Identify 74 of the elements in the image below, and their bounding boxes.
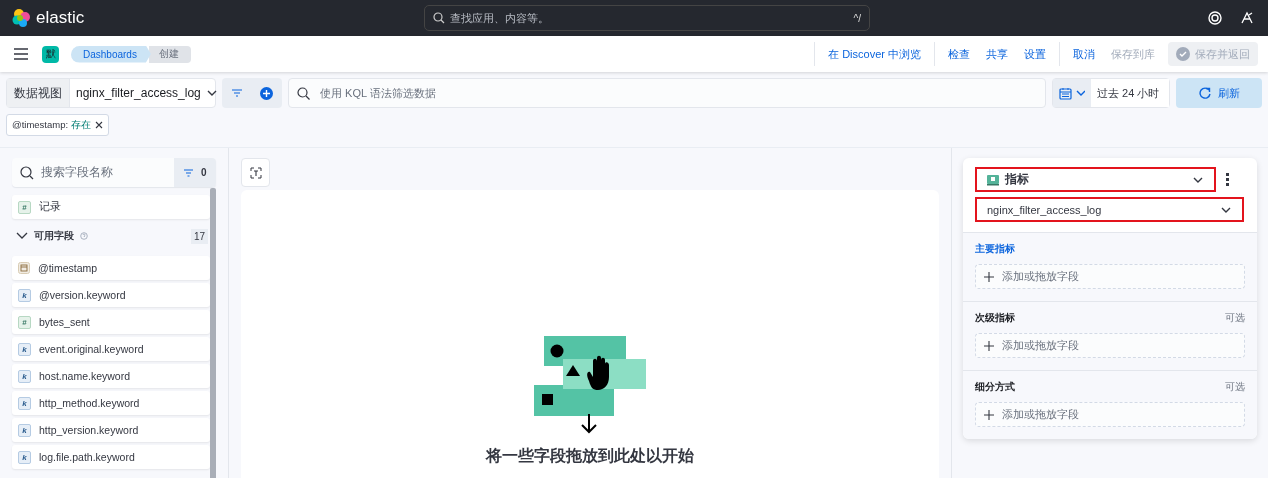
add-filter-icon[interactable] xyxy=(260,86,274,100)
help-icon[interactable] xyxy=(1208,11,1222,25)
field-drop-zone[interactable]: 添加或拖放字段 xyxy=(975,333,1245,358)
search-placeholder: 查找应用、内容等。 xyxy=(450,10,550,26)
field-group-title[interactable]: 可用字段 xyxy=(34,229,74,243)
optional-label: 可选 xyxy=(1225,381,1245,394)
toolbar-link[interactable]: 共享 xyxy=(986,46,1008,62)
number-field-icon: # xyxy=(18,200,31,214)
elastic-logo-icon xyxy=(12,8,30,28)
query-field[interactable]: 使用 KQL 语法筛选数据 xyxy=(288,78,1046,108)
field-search-field[interactable]: 搜索字段名称 xyxy=(12,158,174,187)
help-icon xyxy=(80,232,88,240)
field-list-item[interactable]: k @version.keyword xyxy=(12,283,210,307)
field-list-item[interactable]: # 记录 xyxy=(12,195,210,219)
date-field-icon xyxy=(18,262,30,274)
close-icon[interactable] xyxy=(94,121,103,129)
field-list-item[interactable]: k http_version.keyword xyxy=(12,418,210,442)
field-filter-button[interactable]: 0 xyxy=(174,158,216,187)
field-list-item[interactable]: k log.file.path.keyword xyxy=(12,445,210,469)
field-list-item[interactable]: k http_method.keyword xyxy=(12,391,210,415)
field-count: 17 xyxy=(190,228,208,244)
toolbar-link[interactable]: 在 Discover 中浏览 xyxy=(828,46,921,62)
space-avatar[interactable]: 默 xyxy=(42,45,59,63)
field-list-item[interactable]: k event.original.keyword xyxy=(12,337,210,361)
field-list-item[interactable]: # bytes_sent xyxy=(12,310,210,334)
empty-state-message: 将一些字段拖放到此处以开始 xyxy=(486,446,694,466)
optional-label: 可选 xyxy=(1225,312,1245,325)
filter-icon xyxy=(183,167,195,178)
keyword-field-icon: k xyxy=(18,423,31,437)
field-list-item[interactable]: @timestamp xyxy=(12,256,210,280)
visualization-type-select[interactable]: 指标 xyxy=(975,167,1216,192)
scrollbar[interactable] xyxy=(210,188,216,478)
refresh-icon xyxy=(1198,87,1211,99)
toolbar-button[interactable] xyxy=(241,158,270,187)
data-view-select[interactable]: nginx_filter_access_log xyxy=(975,197,1244,222)
toolbar-link[interactable]: 取消 xyxy=(1073,46,1095,62)
breadcrumb[interactable]: Dashboards xyxy=(71,45,151,63)
number-field-icon: # xyxy=(18,315,31,329)
shortcut-hint: ^/ xyxy=(853,12,861,24)
filter-pill[interactable]: @timestamp: 存在 xyxy=(6,114,109,136)
refresh-button[interactable]: 刷新 xyxy=(1176,78,1262,108)
section-title: 次级指标 xyxy=(975,312,1015,325)
keyword-field-icon: k xyxy=(18,288,31,302)
breadcrumb[interactable]: 创建 xyxy=(148,45,191,63)
time-range-button[interactable]: 过去 24 小时 xyxy=(1091,79,1169,107)
calendar-icon xyxy=(1059,86,1072,100)
field-drop-zone[interactable]: 添加或拖放字段 xyxy=(975,264,1245,289)
data-view-label: 数据视图 xyxy=(7,79,70,107)
field-drop-zone[interactable]: 添加或拖放字段 xyxy=(975,402,1245,427)
brand-name[interactable]: elastic xyxy=(36,8,85,28)
menu-icon[interactable] xyxy=(14,48,28,60)
section-title: 细分方式 xyxy=(975,381,1015,394)
search-icon xyxy=(433,12,445,24)
field-list-item[interactable]: k host.name.keyword xyxy=(12,364,210,388)
keyword-field-icon: k xyxy=(18,342,31,356)
plus-icon xyxy=(984,409,994,420)
metric-chart-icon xyxy=(987,173,999,186)
section-title: 主要指标 xyxy=(975,243,1015,256)
more-options-icon[interactable] xyxy=(1226,173,1229,186)
global-search-field[interactable]: 查找应用、内容等。 ^/ xyxy=(424,5,870,31)
toolbar-link[interactable]: 检查 xyxy=(948,46,970,62)
keyword-field-icon: k xyxy=(18,396,31,410)
check-icon xyxy=(1176,47,1190,61)
toolbar-link[interactable]: 设置 xyxy=(1024,46,1046,62)
text-frame-icon xyxy=(249,166,262,179)
filter-text: @timestamp: 存在 xyxy=(12,118,91,132)
plus-icon xyxy=(984,340,994,351)
date-quick-menu-button[interactable] xyxy=(1053,79,1091,107)
keyword-field-icon: k xyxy=(18,369,31,383)
plus-icon xyxy=(984,271,994,282)
search-icon xyxy=(297,86,310,100)
keyword-field-icon: k xyxy=(18,450,31,464)
news-feed-icon[interactable] xyxy=(1240,11,1254,25)
search-icon xyxy=(20,165,34,180)
